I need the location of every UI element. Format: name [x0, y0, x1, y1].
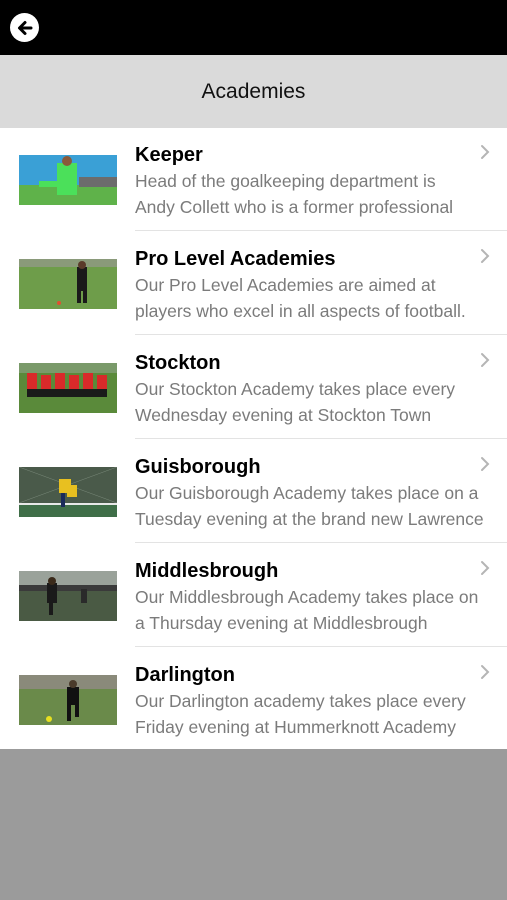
chevron-right-icon — [481, 249, 490, 263]
academy-name: Pro Level Academies — [135, 248, 336, 270]
academy-name: Guisborough — [135, 456, 261, 478]
academy-name: Darlington — [135, 664, 235, 686]
list-item-guisborough[interactable]: Guisborough Our Guisborough Academy take… — [0, 440, 507, 543]
divider — [135, 334, 507, 335]
back-button[interactable] — [10, 13, 39, 42]
academy-thumbnail-keeper — [19, 155, 117, 205]
divider — [135, 542, 507, 543]
academy-description-line1: Our Middlesbrough Academy takes place on — [135, 587, 479, 607]
item-text: Stockton Our Stockton Academy takes plac… — [135, 350, 495, 428]
divider — [135, 438, 507, 439]
item-text: Pro Level Academies Our Pro Level Academ… — [135, 246, 495, 324]
list-item-pro-level-academies[interactable]: Pro Level Academies Our Pro Level Academ… — [0, 232, 507, 335]
list-item-darlington[interactable]: Darlington Our Darlington academy takes … — [0, 648, 507, 751]
item-text: Middlesbrough Our Middlesbrough Academy … — [135, 558, 495, 636]
academy-name: Middlesbrough — [135, 560, 279, 582]
item-text: Darlington Our Darlington academy takes … — [135, 662, 495, 740]
academy-thumbnail-stockton — [19, 363, 117, 413]
page-title: Academies — [201, 79, 306, 103]
academy-description-line2: players who excel in all aspects of foot… — [135, 301, 466, 321]
academy-description-line2: a Thursday evening at Middlesbrough — [135, 613, 428, 633]
academy-description-line1: Head of the goalkeeping department is — [135, 171, 436, 191]
academy-thumbnail-pro-level — [19, 259, 117, 309]
divider — [135, 230, 507, 231]
chevron-right-icon — [481, 561, 490, 575]
chevron-right-icon — [481, 665, 490, 679]
chevron-right-icon — [481, 353, 490, 367]
academy-thumbnail-guisborough — [19, 467, 117, 517]
arrow-left-circle-icon — [17, 20, 32, 35]
list-item-middlesbrough[interactable]: Middlesbrough Our Middlesbrough Academy … — [0, 544, 507, 647]
chevron-right-icon — [481, 145, 490, 159]
item-text: Keeper Head of the goalkeeping departmen… — [135, 142, 495, 220]
list-item-keeper[interactable]: Keeper Head of the goalkeeping departmen… — [0, 128, 507, 231]
item-text: Guisborough Our Guisborough Academy take… — [135, 454, 495, 532]
chevron-right-icon — [481, 457, 490, 471]
academy-description-line2: Wednesday evening at Stockton Town — [135, 405, 432, 425]
title-bar: Academies — [0, 55, 507, 128]
academy-description-line2: Andy Collett who is a former professiona… — [135, 197, 454, 217]
academy-description-line1: Our Guisborough Academy takes place on a — [135, 483, 479, 503]
academy-description-line1: Our Stockton Academy takes place every — [135, 379, 456, 399]
academy-description-line1: Our Darlington academy takes place every — [135, 691, 466, 711]
academies-list: Keeper Head of the goalkeeping departmen… — [0, 128, 507, 749]
academy-thumbnail-darlington — [19, 675, 117, 725]
top-bar — [0, 0, 507, 55]
academy-description-line1: Our Pro Level Academies are aimed at — [135, 275, 436, 295]
academy-description-line2: Tuesday evening at the brand new Lawrenc… — [135, 509, 484, 529]
academy-description-line2: Friday evening at Hummerknott Academy — [135, 717, 456, 737]
divider — [135, 646, 507, 647]
academy-thumbnail-middlesbrough — [19, 571, 117, 621]
academy-name: Stockton — [135, 352, 221, 374]
list-item-stockton[interactable]: Stockton Our Stockton Academy takes plac… — [0, 336, 507, 439]
academy-name: Keeper — [135, 144, 203, 166]
